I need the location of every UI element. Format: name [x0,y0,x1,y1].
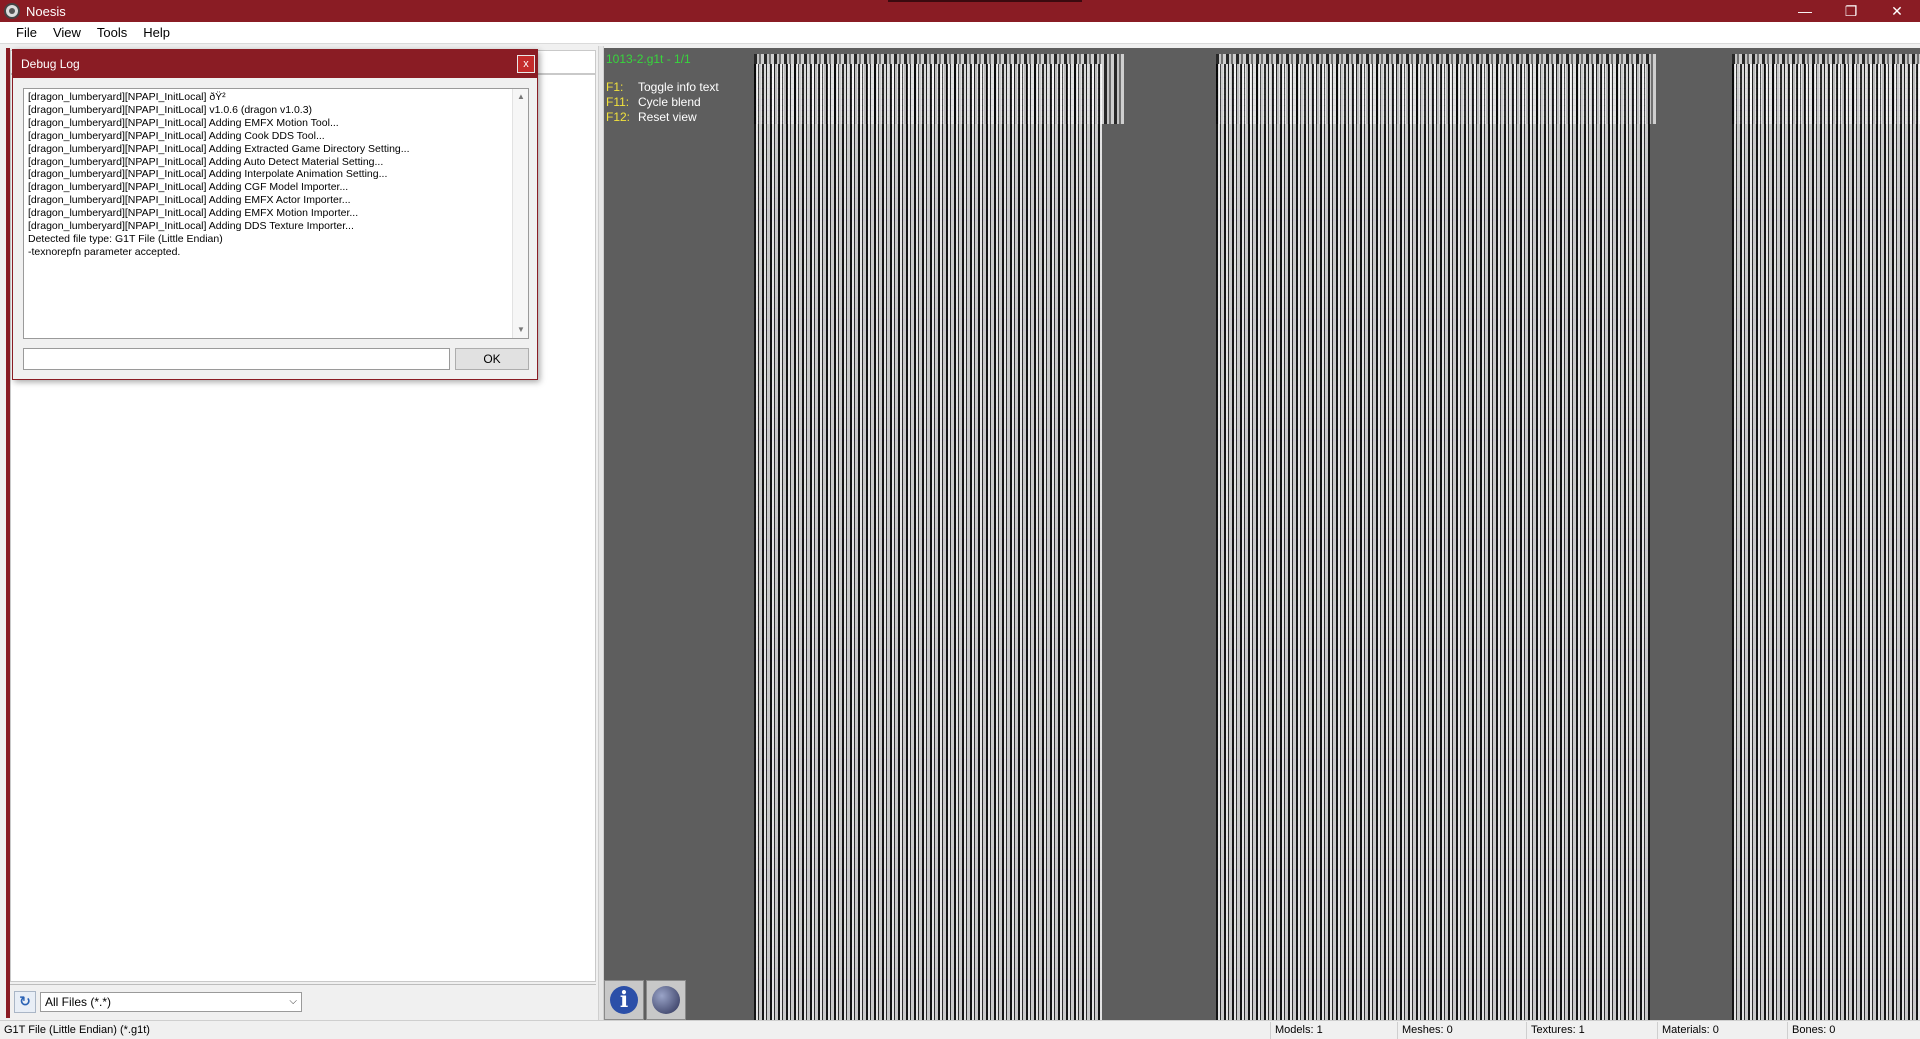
title-bar: Noesis — ❐ ✕ [0,0,1920,22]
restore-button[interactable]: ❐ [1828,0,1874,22]
close-button[interactable]: ✕ [1874,0,1920,22]
info-icon: i [610,986,638,1014]
dialog-close-button[interactable]: x [517,55,535,73]
minimize-button[interactable]: — [1782,0,1828,22]
log-line: [dragon_lumberyard][NPAPI_InitLocal] Add… [28,194,351,207]
menu-tools[interactable]: Tools [89,25,135,40]
scroll-down-icon[interactable]: ▼ [513,322,528,338]
chevron-down-icon: ⌵ [289,996,297,1007]
log-line: [dragon_lumberyard][NPAPI_InitLocal] Add… [28,181,349,194]
log-line: [dragon_lumberyard][NPAPI_InitLocal] v1.… [28,103,313,116]
status-meshes: Meshes: 0 [1397,1022,1453,1039]
ok-button[interactable]: OK [455,348,529,370]
status-textures: Textures: 1 [1526,1022,1585,1039]
viewport-file-title: 1013-2.g1t - 1/1 [606,52,691,66]
window-controls: — ❐ ✕ [1782,0,1920,22]
texture-noise-column [754,64,1102,1020]
status-materials: Materials: 0 [1657,1022,1719,1039]
log-line: [dragon_lumberyard][NPAPI_InitLocal] Add… [28,129,325,142]
menu-bar: File View Tools Help [0,22,1920,44]
file-type-filter-select[interactable]: All Files (*.*) ⌵ [40,991,302,1012]
menu-view[interactable]: View [45,25,89,40]
log-line: [dragon_lumberyard][NPAPI_InitLocal] Add… [28,155,384,168]
refresh-icon[interactable]: ↻ [14,990,36,1013]
file-type-filter-value: All Files (*.*) [45,994,112,1009]
viewport-key-help: F1: Toggle info text F11: Cycle blend F1… [606,80,719,125]
command-input[interactable] [23,348,450,370]
dialog-title: Debug Log [21,57,80,71]
status-bar: G1T File (Little Endian) (*.g1t) Models:… [0,1020,1920,1039]
debug-log-output[interactable]: [dragon_lumberyard][NPAPI_InitLocal] ðŸ²… [23,88,529,339]
texture-noise-column [1732,64,1920,1020]
key-description: Reset view [638,110,697,124]
log-line: [dragon_lumberyard][NPAPI_InitLocal] ðŸ² [28,91,226,103]
key-description: Toggle info text [638,80,719,94]
log-line: -texnorepfn parameter accepted. [28,245,181,258]
key-label: F11: [606,95,630,109]
key-help-row: F1: Toggle info text [606,80,719,95]
key-label: F12: [606,110,631,124]
preview-viewport[interactable]: 1013-2.g1t - 1/1 F1: Toggle info text F1… [604,48,1920,1020]
key-label: F1: [606,80,624,94]
title-bar-accent [888,0,1082,2]
noesis-app-icon [4,3,20,19]
log-line: [dragon_lumberyard][NPAPI_InitLocal] Add… [28,220,354,233]
log-line: [dragon_lumberyard][NPAPI_InitLocal] Add… [28,168,388,181]
dialog-title-bar[interactable]: Debug Log x [13,50,537,78]
log-line: [dragon_lumberyard][NPAPI_InitLocal] Add… [28,116,339,129]
log-line: [dragon_lumberyard][NPAPI_InitLocal] Add… [28,207,359,220]
mesh-view-button[interactable] [646,980,686,1020]
log-line: Detected file type: G1T File (Little End… [28,232,223,245]
info-button[interactable]: i [604,980,644,1020]
texture-noise-column [1216,64,1650,1020]
key-help-row: F11: Cycle blend [606,95,719,110]
menu-file[interactable]: File [8,25,45,40]
status-models: Models: 1 [1270,1022,1323,1039]
noesis-app: Noesis — ❐ ✕ File View Tools Help ↻ All … [0,0,1920,1039]
key-help-row: F12: Reset view [606,110,719,125]
mesh-sphere-icon [652,986,680,1014]
scroll-up-icon[interactable]: ▲ [513,89,528,105]
file-filter-bar: ↻ All Files (*.*) ⌵ [10,984,596,1018]
log-line: [dragon_lumberyard][NPAPI_InitLocal] Add… [28,142,410,155]
status-file-type: G1T File (Little Endian) (*.g1t) [4,1024,150,1036]
debug-log-dialog: Debug Log x [dragon_lumberyard][NPAPI_In… [12,49,538,380]
key-description: Cycle blend [638,95,701,109]
status-bones: Bones: 0 [1787,1022,1835,1039]
window-title: Noesis [26,3,66,19]
log-scrollbar[interactable]: ▲ ▼ [512,89,528,338]
viewport-toolbar: i [604,980,688,1020]
menu-help[interactable]: Help [135,25,178,40]
